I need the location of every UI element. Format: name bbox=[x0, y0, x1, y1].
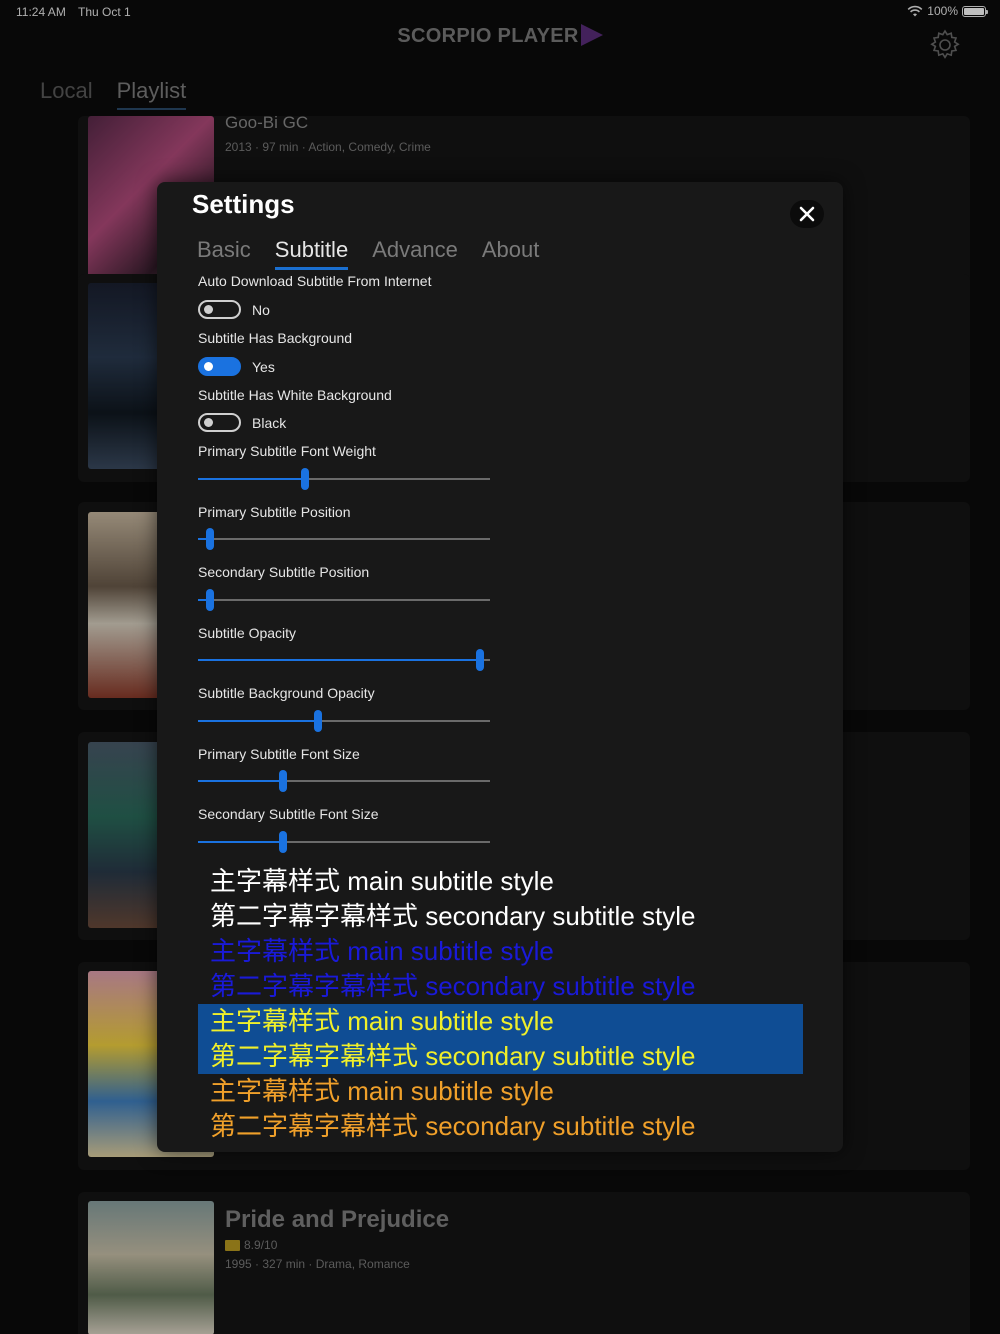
movie-meta: 1995 · 327 min · Drama, Romance bbox=[225, 1257, 410, 1271]
library-tabs: Local Playlist bbox=[40, 78, 187, 110]
movie-title: Pride and Prejudice bbox=[225, 1206, 450, 1233]
preview-secondary-blue: 第二字幕字幕样式 secondary subtitle style bbox=[210, 971, 696, 1001]
background-opacity-label: Subtitle Background Opacity bbox=[198, 685, 375, 701]
auto-download-toggle[interactable] bbox=[198, 300, 241, 319]
auto-download-label: Auto Download Subtitle From Internet bbox=[198, 273, 432, 289]
movie-rating: 8.9/10 bbox=[225, 1238, 277, 1252]
battery-icon bbox=[962, 5, 988, 17]
primary-font-size-label: Primary Subtitle Font Size bbox=[198, 746, 360, 762]
preview-main-highlight: 主字幕样式 main subtitle style bbox=[198, 1004, 803, 1039]
slider-thumb[interactable] bbox=[205, 589, 214, 611]
has-background-label: Subtitle Has Background bbox=[198, 330, 353, 346]
gear-icon[interactable] bbox=[928, 28, 962, 62]
slider-thumb[interactable] bbox=[278, 831, 287, 853]
white-background-label: Subtitle Has White Background bbox=[198, 387, 392, 403]
status-date: Thu Oct 1 bbox=[78, 5, 131, 19]
settings-dialog: Settings Basic Subtitle Advance About Au… bbox=[157, 182, 843, 1152]
slider-thumb[interactable] bbox=[300, 468, 309, 490]
movie-title: Goo-Bi GC bbox=[225, 113, 309, 132]
font-weight-label: Primary Subtitle Font Weight bbox=[198, 443, 376, 459]
background-opacity-slider[interactable] bbox=[198, 710, 490, 732]
movie-card[interactable]: Pride and Prejudice 8.9/10 1995 · 327 mi… bbox=[78, 1192, 970, 1334]
settings-title: Settings bbox=[192, 189, 295, 219]
status-bar: 11:24 AM Thu Oct 1 100% bbox=[0, 0, 1000, 24]
preview-secondary-orange: 第二字幕字幕样式 secondary subtitle style bbox=[210, 1111, 696, 1141]
app-title-text: SCORPIO PLAYER bbox=[397, 25, 579, 47]
tab-about[interactable]: About bbox=[482, 237, 540, 270]
has-background-toggle[interactable] bbox=[198, 357, 241, 376]
auto-download-state: No bbox=[252, 302, 270, 318]
tab-advance[interactable]: Advance bbox=[372, 237, 458, 270]
subtitle-preview: 主字幕样式 main subtitle style 第二字幕字幕样式 secon… bbox=[198, 864, 803, 1144]
tab-playlist[interactable]: Playlist bbox=[116, 78, 187, 110]
opacity-slider[interactable] bbox=[198, 649, 490, 671]
secondary-position-slider[interactable] bbox=[198, 589, 490, 611]
tab-local[interactable]: Local bbox=[40, 78, 93, 110]
movie-poster bbox=[88, 1201, 214, 1334]
settings-tabs: Basic Subtitle Advance About bbox=[197, 237, 539, 270]
close-icon bbox=[799, 206, 815, 222]
preview-main-blue: 主字幕样式 main subtitle style bbox=[210, 936, 554, 966]
movie-rating-value: 8.9/10 bbox=[244, 1238, 278, 1252]
primary-position-slider[interactable] bbox=[198, 528, 490, 550]
preview-secondary-highlight: 第二字幕字幕样式 secondary subtitle style bbox=[198, 1039, 803, 1074]
app-title: SCORPIO PLAYER bbox=[0, 24, 1000, 48]
wifi-icon bbox=[907, 5, 923, 17]
battery-percent: 100% bbox=[927, 4, 958, 18]
tab-basic[interactable]: Basic bbox=[197, 237, 251, 270]
preview-main-white: 主字幕样式 main subtitle style bbox=[210, 866, 554, 896]
status-right: 100% bbox=[907, 4, 988, 18]
secondary-font-size-slider[interactable] bbox=[198, 831, 490, 853]
imdb-icon bbox=[225, 1239, 240, 1251]
close-button[interactable] bbox=[790, 200, 824, 228]
font-weight-slider[interactable] bbox=[198, 468, 490, 490]
movie-meta: 2013 · 97 min · Action, Comedy, Crime bbox=[225, 140, 431, 154]
primary-font-size-slider[interactable] bbox=[198, 770, 490, 792]
tab-subtitle[interactable]: Subtitle bbox=[274, 237, 349, 270]
play-logo-icon bbox=[580, 24, 603, 46]
opacity-label: Subtitle Opacity bbox=[198, 625, 297, 641]
primary-position-label: Primary Subtitle Position bbox=[198, 504, 351, 520]
secondary-font-size-label: Secondary Subtitle Font Size bbox=[198, 806, 379, 822]
slider-thumb[interactable] bbox=[205, 528, 214, 550]
preview-main-orange: 主字幕样式 main subtitle style bbox=[210, 1076, 554, 1106]
preview-secondary-white: 第二字幕字幕样式 secondary subtitle style bbox=[210, 901, 696, 931]
slider-thumb[interactable] bbox=[475, 649, 484, 671]
status-time: 11:24 AM bbox=[16, 5, 66, 19]
white-background-toggle[interactable] bbox=[198, 413, 241, 432]
has-background-state: Yes bbox=[252, 359, 275, 375]
white-background-state: Black bbox=[252, 415, 287, 431]
slider-thumb[interactable] bbox=[278, 770, 287, 792]
secondary-position-label: Secondary Subtitle Position bbox=[198, 564, 370, 580]
slider-thumb[interactable] bbox=[313, 710, 322, 732]
